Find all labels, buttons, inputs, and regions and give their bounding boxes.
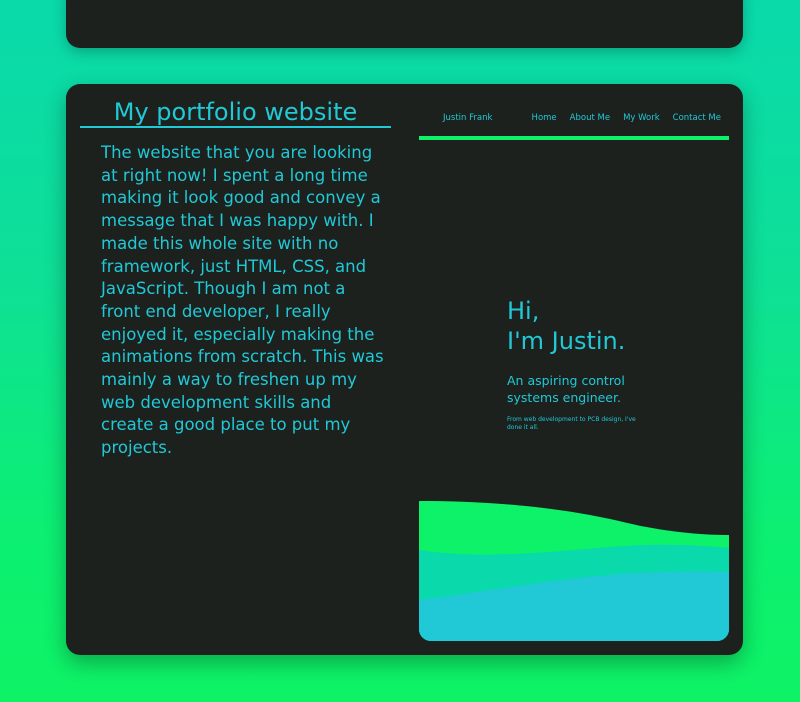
wave-graphic — [419, 501, 729, 641]
project-card: My portfolio website The website that yo… — [66, 84, 743, 655]
project-description: The website that you are looking at righ… — [101, 143, 384, 458]
website-preview: Justin Frank Home About Me My Work Conta… — [419, 104, 729, 641]
hero-subtitle: An aspiring control systems engineer. — [507, 373, 625, 405]
hero-heading: Hi, I'm Justin. — [507, 296, 625, 356]
project-title: My portfolio website — [113, 98, 358, 126]
nav-link-contact[interactable]: Contact Me — [673, 113, 721, 123]
nav-link-home[interactable]: Home — [532, 113, 557, 123]
preview-navbar: Justin Frank Home About Me My Work Conta… — [419, 104, 729, 138]
nav-links: Home About Me My Work Contact Me — [532, 113, 721, 123]
hero-tagline: From web development to PCB design, I've… — [507, 416, 636, 431]
hero-greeting-1: Hi, — [507, 297, 540, 325]
nav-brand[interactable]: Justin Frank — [443, 113, 492, 123]
title-underline — [80, 126, 391, 128]
nav-link-work[interactable]: My Work — [623, 113, 660, 123]
hero-greeting-2: I'm Justin. — [507, 327, 626, 355]
nav-underline — [419, 136, 729, 140]
previous-project-card — [66, 0, 743, 48]
nav-link-about[interactable]: About Me — [570, 113, 610, 123]
